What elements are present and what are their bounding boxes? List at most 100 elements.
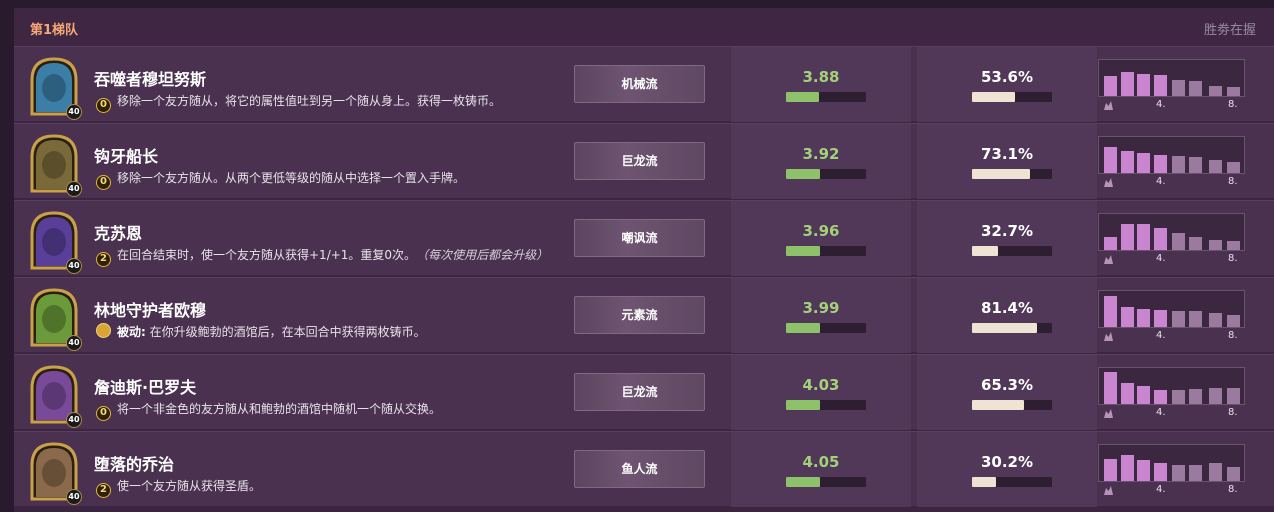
distribution-tick-label: 4. (1156, 253, 1166, 264)
avg-placement-bar-fill (786, 246, 820, 256)
hero-power-label: 被动: (117, 325, 146, 339)
hero-portrait[interactable]: 40 (28, 133, 82, 197)
winrate-bar-fill (972, 400, 1025, 410)
hero-row[interactable]: 40 钩牙船长 0 移除一个友方随从。从两个更低等级的随从中选择一个置入手牌。 巨龙流 3… (14, 123, 1274, 199)
hero-name[interactable]: 堕落的乔治 (94, 451, 174, 475)
distribution-bar (1154, 310, 1167, 327)
avg-placement-value: 3.99 (802, 299, 840, 317)
hero-power-text: 0 将一个非金色的友方随从和鲍勃的酒馆中随机一个随从交换。 (96, 400, 556, 421)
trophy-icon (1104, 486, 1113, 495)
distribution-bar (1227, 314, 1240, 327)
composition-button[interactable]: 机械流 (574, 65, 705, 103)
avg-placement-bar (786, 246, 866, 256)
composition-button[interactable]: 元素流 (574, 296, 705, 334)
winrate-bar (972, 169, 1052, 179)
hero-portrait[interactable]: 40 (28, 56, 82, 120)
hero-power-description: 移除一个友方随从，将它的属性值吐到另一个随从身上。获得一枚铸币。 (117, 94, 502, 108)
hero-name[interactable]: 詹迪斯·巴罗夫 (94, 374, 196, 398)
placement-distribution-chart[interactable]: 4. 8. (1098, 290, 1245, 343)
hero-row[interactable]: 40 詹迪斯·巴罗夫 0 将一个非金色的友方随从和鲍勃的酒馆中随机一个随从交换。 巨龙流… (14, 354, 1274, 430)
distribution-bar (1154, 390, 1167, 404)
avg-placement-bar (786, 169, 866, 179)
distribution-bar (1227, 240, 1240, 250)
placement-distribution-chart[interactable]: 4. 8. (1098, 59, 1245, 112)
distribution-bar (1121, 224, 1134, 250)
trophy-icon (1104, 178, 1113, 187)
hero-row[interactable]: 40 吞噬者穆坦努斯 0 移除一个友方随从，将它的属性值吐到另一个随从身上。获得一枚铸… (14, 46, 1274, 122)
distribution-plot-area (1098, 59, 1245, 97)
hero-portrait[interactable]: 40 (28, 210, 82, 274)
winrate-value: 32.7% (980, 222, 1034, 240)
portrait-shade (42, 459, 66, 487)
distribution-bar (1172, 311, 1185, 327)
winrate-bar (972, 323, 1052, 333)
hero-name[interactable]: 克苏恩 (94, 220, 142, 244)
tier-label: 第1梯队 (30, 23, 79, 38)
distribution-bar (1104, 76, 1117, 96)
avg-placement-bar (786, 92, 866, 102)
composition-button[interactable]: 巨龙流 (574, 142, 705, 180)
hero-power-text: 0 移除一个友方随从。从两个更低等级的随从中选择一个置入手牌。 (96, 169, 556, 190)
hero-name[interactable]: 吞噬者穆坦努斯 (94, 66, 206, 90)
distribution-plot-area (1098, 213, 1245, 251)
hero-power-cost-coin-icon: 2 (96, 252, 111, 267)
distribution-bar (1227, 87, 1240, 96)
hero-row[interactable]: 40 堕落的乔治 2 使一个友方随从获得圣盾。 鱼人流 4.05 30.2% 4. 8. (14, 431, 1274, 507)
distribution-tick-label: 4. (1156, 330, 1166, 341)
hero-name[interactable]: 林地守护者欧穆 (94, 297, 206, 321)
winrate-value: 73.1% (980, 145, 1034, 163)
distribution-bar (1121, 151, 1134, 173)
composition-button[interactable]: 鱼人流 (574, 450, 705, 488)
hero-level-badge: 40 (66, 104, 82, 120)
distribution-bar (1227, 466, 1240, 481)
winrate-bar-fill (972, 323, 1038, 333)
trophy-icon (1104, 409, 1113, 418)
hero-row[interactable]: 40 林地守护者欧穆被动: 在你升级鲍勃的酒馆后，在本回合中获得两枚铸币。 元素流 3… (14, 277, 1274, 353)
hero-portrait[interactable]: 40 (28, 287, 82, 351)
distribution-bar (1104, 147, 1117, 173)
distribution-bar (1121, 306, 1134, 327)
hero-portrait[interactable]: 40 (28, 364, 82, 428)
hero-power-text: 2 使一个友方随从获得圣盾。 (96, 477, 556, 498)
trophy-icon (1104, 255, 1113, 264)
hero-portrait[interactable]: 40 (28, 441, 82, 505)
winrate-bar (972, 400, 1052, 410)
composition-button[interactable]: 嘲讽流 (574, 219, 705, 257)
distribution-tick-label: 8. (1228, 484, 1238, 495)
winrate-bar (972, 246, 1052, 256)
hero-power-cost-coin-icon: 0 (96, 406, 111, 421)
composition-button[interactable]: 巨龙流 (574, 373, 705, 411)
distribution-bar (1209, 463, 1222, 481)
hero-power-description: 在你升级鲍勃的酒馆后，在本回合中获得两枚铸币。 (149, 325, 426, 339)
winrate-bar (972, 92, 1052, 102)
hero-level-badge: 40 (66, 335, 82, 351)
winrate-bar-fill (972, 92, 1015, 102)
hero-power-text: 0 移除一个友方随从，将它的属性值吐到另一个随从身上。获得一枚铸币。 (96, 92, 556, 113)
placement-distribution-chart[interactable]: 4. 8. (1098, 136, 1245, 189)
portrait-shade (42, 305, 66, 333)
placement-distribution-chart[interactable]: 4. 8. (1098, 213, 1245, 266)
distribution-tick-label: 8. (1228, 176, 1238, 187)
hero-name[interactable]: 钩牙船长 (94, 143, 158, 167)
avg-placement-cell: 4.03 (731, 355, 911, 430)
avg-placement-bar-fill (786, 400, 821, 410)
distribution-bar (1189, 465, 1202, 481)
avg-placement-cell: 3.96 (731, 201, 911, 276)
distribution-bar (1154, 75, 1167, 96)
placement-distribution-chart[interactable]: 4. 8. (1098, 444, 1245, 497)
hero-row[interactable]: 40 克苏恩 2 在回合结束时，使一个友方随从获得+1/+1。重复0次。 （每次使用后都… (14, 200, 1274, 276)
winrate-cell: 30.2% (917, 432, 1097, 507)
winrate-cell: 53.6% (917, 47, 1097, 122)
distribution-plot-area (1098, 444, 1245, 482)
hero-power-text: 2 在回合结束时，使一个友方随从获得+1/+1。重复0次。 （每次使用后都会升级） (96, 246, 556, 267)
placement-distribution-chart[interactable]: 4. 8. (1098, 367, 1245, 420)
avg-placement-cell: 4.05 (731, 432, 911, 507)
distribution-bar (1137, 386, 1150, 404)
distribution-tick-label: 8. (1228, 407, 1238, 418)
avg-placement-bar (786, 477, 866, 487)
avg-placement-bar (786, 400, 866, 410)
distribution-bar (1104, 372, 1117, 404)
winrate-column-header[interactable]: 胜劵在握 (1204, 19, 1256, 38)
avg-placement-cell: 3.99 (731, 278, 911, 353)
winrate-bar (972, 477, 1052, 487)
